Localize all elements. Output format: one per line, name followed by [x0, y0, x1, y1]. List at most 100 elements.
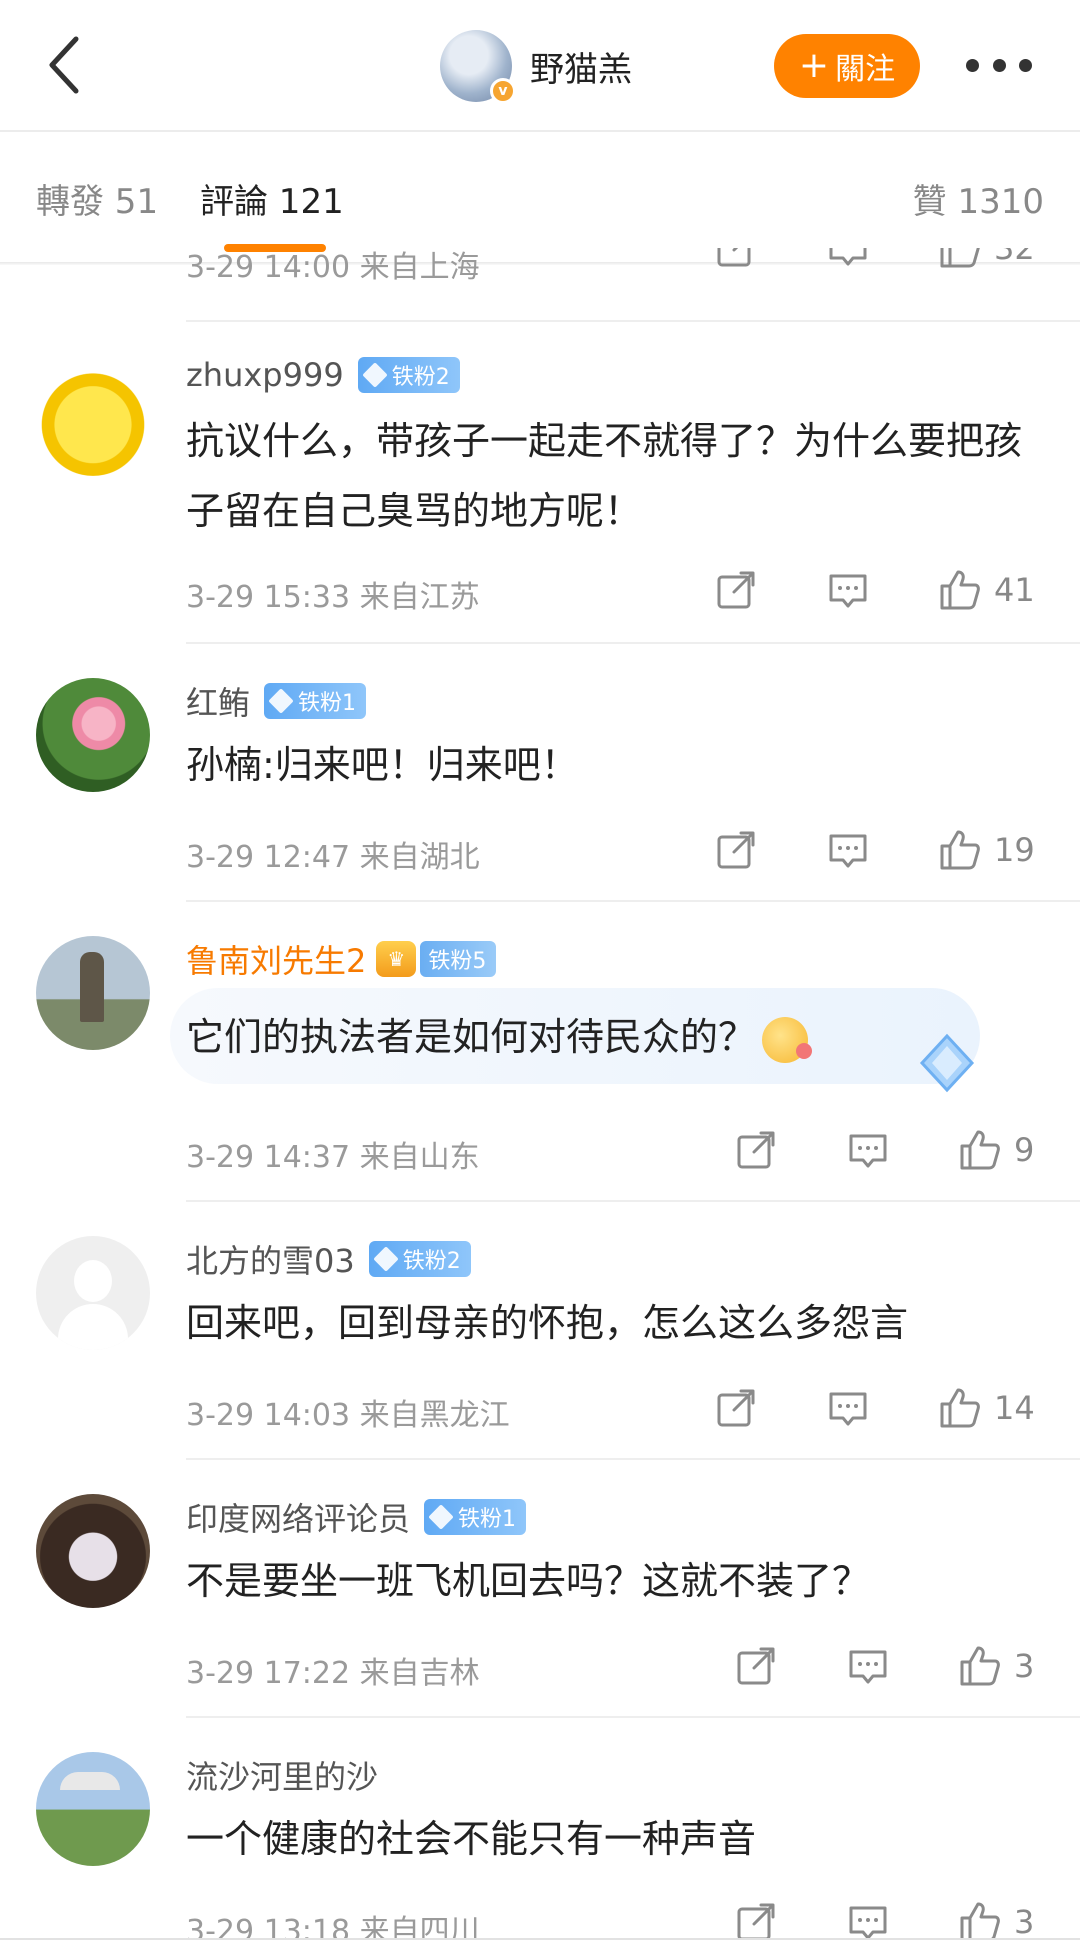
avatar[interactable] [36, 1494, 150, 1608]
fan-badge-label: 铁粉2 [402, 1249, 461, 1274]
comment-icon [829, 248, 867, 266]
comment-username[interactable]: 印度网络评论员 铁粉1 [186, 1494, 527, 1540]
like-button[interactable]: 41 [938, 568, 1035, 612]
comment-text: 回来吧，回到母亲的怀抱，怎么这么多怨言 [186, 1301, 909, 1345]
tab-comment[interactable]: 評論 121 [200, 174, 344, 223]
like-count: 19 [994, 831, 1035, 869]
repost-button[interactable] [734, 1900, 778, 1938]
reply-button[interactable] [846, 1644, 890, 1688]
avatar[interactable] [36, 936, 150, 1050]
chevron-left-icon [49, 36, 79, 94]
more-dot [966, 58, 979, 72]
comment-username[interactable]: zhuxp999 铁粉2 [186, 356, 460, 394]
more-dot [1019, 58, 1032, 72]
avatar[interactable] [36, 678, 150, 792]
reply-button[interactable] [826, 248, 870, 270]
share-icon [717, 571, 755, 609]
share-icon [717, 1389, 755, 1427]
avatar[interactable]: v [440, 30, 516, 104]
like-button[interactable]: 19 [938, 828, 1035, 872]
clip-region: 3-29 13:18 来自四川 3 [0, 1894, 1080, 1938]
comment-username[interactable]: 北方的雪03 铁粉2 [186, 1236, 471, 1282]
like-button[interactable]: 9 [958, 1128, 1034, 1172]
comment-icon [829, 834, 867, 868]
avatar[interactable] [36, 1236, 150, 1350]
comment-username[interactable]: 红鲔 铁粉1 [186, 678, 367, 724]
emoji-icon [762, 1016, 813, 1063]
comment-meta: 3-29 15:33 来自江苏 [186, 580, 480, 615]
reply-button[interactable] [846, 1900, 890, 1938]
username-text: 北方的雪03 [186, 1242, 355, 1280]
thumbs-up-icon [960, 1902, 1000, 1938]
divider [186, 900, 1080, 902]
fan-badge-label: 铁粉5 [428, 949, 487, 974]
reply-button[interactable] [826, 1386, 870, 1430]
comment-text: 它们的执法者是如何对待民众的？ [186, 1002, 1036, 1072]
username-text: 印度网络评论员 [186, 1500, 411, 1538]
like-count: 41 [994, 571, 1035, 609]
fan-badge: 铁粉1 [424, 1499, 527, 1535]
like-button[interactable]: 14 [938, 1386, 1035, 1430]
thumbs-up-icon [960, 1646, 1000, 1686]
comment-text: 不是要坐一班飞机回去吗？这就不装了？ [186, 1559, 871, 1603]
share-icon [717, 831, 755, 869]
comment-text: 一个健康的社会不能只有一种声音 [186, 1817, 757, 1861]
repost-button[interactable] [734, 1128, 778, 1172]
reply-button[interactable] [826, 568, 870, 612]
back-button[interactable] [36, 32, 92, 98]
comment-text: 抗议什么，带孩子一起走不就得了？为什么要把孩子留在自己臭骂的地方呢！ [186, 419, 1023, 533]
diamond-icon [373, 1246, 399, 1272]
author-name[interactable]: 野猫羔 [530, 42, 632, 91]
post-author[interactable]: v 野猫羔 [440, 28, 632, 104]
repost-button[interactable] [714, 1386, 758, 1430]
username-text: zhuxp999 [186, 356, 344, 394]
reply-button[interactable] [826, 828, 870, 872]
fan-badge-label: 铁粉1 [298, 691, 357, 716]
follow-button[interactable]: + 關注 [774, 34, 920, 98]
comment-meta: 3-29 13:18 来自四川 [186, 1914, 480, 1938]
repost-button[interactable] [714, 828, 758, 872]
plus-icon: + [798, 45, 830, 86]
reply-button[interactable] [846, 1128, 890, 1172]
tab-repost[interactable]: 轉發 51 [36, 174, 158, 223]
repost-button[interactable] [714, 248, 758, 270]
username-text: 红鲔 [186, 684, 251, 722]
fan-badge: 铁粉2 [368, 1241, 471, 1277]
like-count: 14 [994, 1389, 1035, 1427]
share-icon [717, 248, 755, 267]
like-count: 9 [1014, 1131, 1035, 1169]
comment-icon [829, 574, 867, 608]
repost-button[interactable] [734, 1644, 778, 1688]
more-button[interactable] [966, 50, 1032, 80]
thumbs-up-icon [940, 248, 980, 268]
comment-username[interactable]: 流沙河里的沙 [186, 1752, 378, 1798]
like-button[interactable]: 3 [958, 1644, 1034, 1688]
comment-text: 孙楠:归来吧！归来吧！ [186, 743, 579, 787]
divider [186, 1716, 1080, 1718]
crown-icon: ♛ [376, 941, 417, 977]
divider [186, 642, 1080, 644]
divider [186, 1458, 1080, 1460]
like-button[interactable]: 32 [938, 248, 1035, 270]
diamond-icon [361, 362, 388, 388]
top-bar: v 野猫羔 + 關注 [0, 0, 1080, 130]
tab-bar: 轉發 51 評論 121 贊 1310 [0, 132, 1080, 262]
tab-like[interactable]: 贊 1310 [913, 174, 1044, 223]
verified-badge: v [490, 78, 516, 104]
diamond-icon [268, 688, 294, 714]
repost-button[interactable] [714, 568, 758, 612]
thumbs-up-icon [940, 570, 980, 610]
list-item: 3-29 14:00 来自上海 32 [186, 248, 1046, 294]
divider [0, 1938, 1080, 1940]
fan-badge: 铁粉5 [420, 941, 497, 977]
thumbs-up-icon [960, 1130, 1000, 1170]
comment-username[interactable]: 鲁南刘先生2 ♛ 铁粉5 [186, 936, 497, 982]
comment-icon [849, 1134, 887, 1168]
like-button[interactable]: 3 [958, 1900, 1034, 1938]
username-text: 流沙河里的沙 [186, 1758, 379, 1796]
comment-meta: 3-29 14:37 来自山东 [186, 1140, 480, 1175]
like-count: 32 [994, 248, 1035, 267]
avatar[interactable] [36, 1752, 150, 1866]
share-icon [737, 1647, 775, 1685]
avatar[interactable] [36, 362, 150, 476]
